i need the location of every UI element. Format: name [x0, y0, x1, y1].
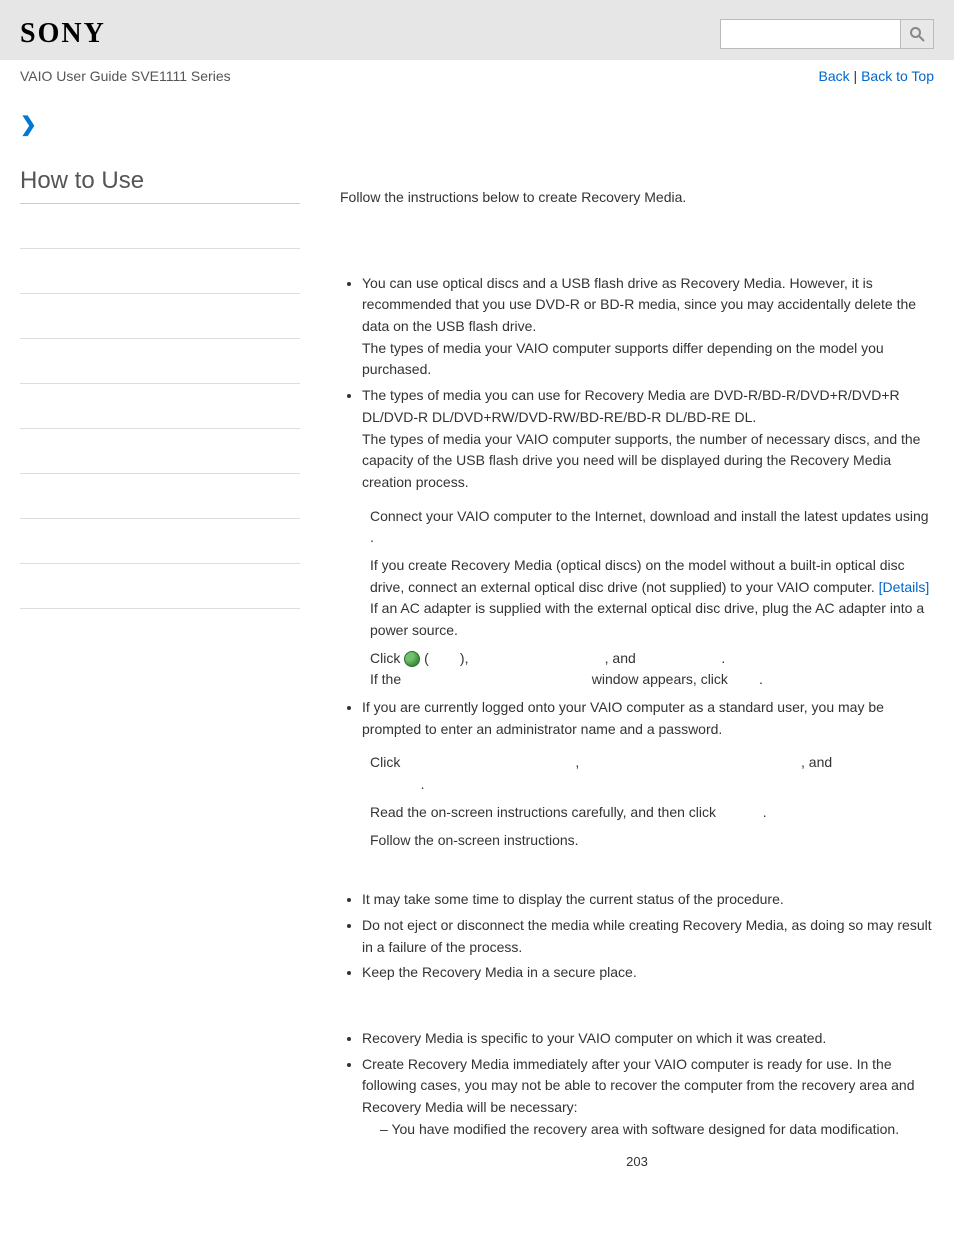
text: If the [370, 671, 405, 687]
list-item: Keep the Recovery Media in a secure plac… [362, 962, 934, 984]
sidebar: How to Use [20, 147, 320, 1173]
step-3: Click ( ), , and . If the window appears… [370, 648, 934, 691]
text: ), [460, 650, 472, 666]
text: , [575, 754, 583, 770]
sony-logo: SONY [20, 18, 106, 50]
breadcrumb: VAIO User Guide SVE1111 Series [20, 68, 231, 84]
step-2: If you create Recovery Media (optical di… [370, 555, 934, 642]
step-5: Read the on-screen instructions carefull… [370, 802, 934, 824]
text: ( [424, 650, 429, 666]
info-list-3: Recovery Media is specific to your VAIO … [340, 1028, 934, 1140]
back-to-top-link[interactable]: Back to Top [861, 68, 934, 84]
magnifier-icon [909, 26, 925, 42]
intro-text: Follow the instructions below to create … [340, 187, 934, 209]
list-item: If you are currently logged onto your VA… [362, 697, 934, 740]
search-input[interactable] [720, 19, 900, 49]
text: window appears, click [588, 671, 732, 687]
chevron-right-icon[interactable]: ❯ [20, 114, 37, 136]
sidebar-item[interactable] [20, 384, 300, 429]
list-item: You can use optical discs and a USB flas… [362, 273, 934, 381]
header-bar: SONY [0, 0, 954, 60]
separator: | [850, 68, 861, 84]
list-item: Do not eject or disconnect the media whi… [362, 915, 934, 958]
text: , and [605, 650, 640, 666]
breadcrumb-row: VAIO User Guide SVE1111 Series Back | Ba… [0, 60, 954, 92]
sidebar-item[interactable] [20, 519, 300, 564]
text: Click [370, 754, 404, 770]
text: , and [801, 754, 832, 770]
text: You have modified the recovery area with… [391, 1121, 899, 1137]
sub-item: – You have modified the recovery area wi… [380, 1119, 934, 1141]
text: Create Recovery Media immediately after … [362, 1056, 915, 1115]
main-content: Follow the instructions below to create … [320, 147, 934, 1173]
text: If an AC adapter is supplied with the ex… [370, 600, 924, 638]
arrow-row: ❯ [0, 92, 954, 147]
step-4: Click , , and . [370, 752, 934, 795]
sidebar-item[interactable] [20, 204, 300, 249]
sidebar-item[interactable] [20, 564, 300, 609]
page-number: 203 [340, 1152, 934, 1172]
top-nav-links: Back | Back to Top [819, 68, 934, 84]
text: Click [370, 650, 404, 666]
list-item: It may take some time to display the cur… [362, 889, 934, 911]
info-list-1: You can use optical discs and a USB flas… [340, 273, 934, 494]
sidebar-item[interactable] [20, 339, 300, 384]
step-6: Follow the on-screen instructions. [370, 830, 934, 852]
sidebar-title: How to Use [20, 147, 300, 204]
info-list-2: It may take some time to display the cur… [340, 889, 934, 984]
text: Connect your VAIO computer to the Intern… [370, 508, 929, 524]
text: . [759, 671, 763, 687]
list-item: Create Recovery Media immediately after … [362, 1054, 934, 1141]
details-link[interactable]: [Details] [879, 579, 930, 595]
sidebar-item[interactable] [20, 294, 300, 339]
sidebar-item[interactable] [20, 429, 300, 474]
search-box [720, 19, 934, 49]
search-button[interactable] [900, 19, 934, 49]
text: Read the on-screen instructions carefull… [370, 804, 720, 820]
sidebar-item[interactable] [20, 474, 300, 519]
text: . [421, 776, 425, 792]
note-list: If you are currently logged onto your VA… [340, 697, 934, 740]
text: . [763, 804, 767, 820]
text: Follow the on-screen instructions. [370, 832, 579, 848]
back-link[interactable]: Back [819, 68, 850, 84]
text: If you create Recovery Media (optical di… [370, 557, 905, 595]
sidebar-item[interactable] [20, 249, 300, 294]
text: . [370, 529, 374, 545]
list-item: Recovery Media is specific to your VAIO … [362, 1028, 934, 1050]
start-orb-icon [404, 651, 420, 667]
step-1: Connect your VAIO computer to the Intern… [370, 506, 934, 549]
list-item: The types of media you can use for Recov… [362, 385, 934, 493]
text: . [721, 650, 725, 666]
